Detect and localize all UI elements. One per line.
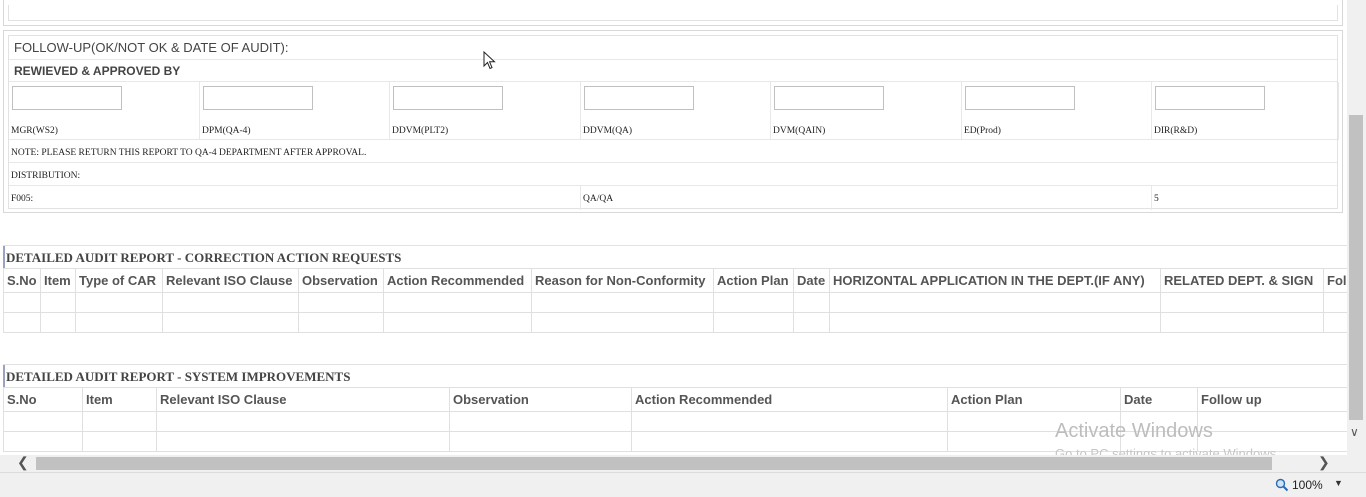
distribution-label: DISTRIBUTION: bbox=[11, 171, 81, 181]
distribution-dept: QA/QA bbox=[583, 194, 614, 204]
signature-input[interactable] bbox=[203, 86, 313, 110]
signature-mgr: MGR(WS2) bbox=[9, 82, 200, 140]
scrollbar-corner bbox=[1347, 455, 1366, 472]
chevron-down-icon[interactable]: ▼ bbox=[1334, 478, 1343, 488]
column-header: Action Recommended bbox=[383, 268, 532, 293]
activation-watermark-subtitle: Go to PC settings to activate Windows. bbox=[1055, 446, 1280, 455]
column-header: Date bbox=[1120, 387, 1198, 412]
column-header: HORIZONTAL APPLICATION IN THE DEPT.(IF A… bbox=[829, 268, 1161, 293]
signature-input[interactable] bbox=[965, 86, 1075, 110]
column-header: S.No bbox=[3, 268, 41, 293]
column-header: Action Plan bbox=[947, 387, 1121, 412]
signature-input[interactable] bbox=[584, 86, 694, 110]
scroll-down-icon[interactable]: ∨ bbox=[1350, 425, 1359, 439]
car-header-row: S.No Item Type of CAR Relevant ISO Claus… bbox=[3, 268, 1347, 293]
horizontal-scrollbar[interactable]: ❮ ❯ bbox=[0, 454, 1347, 472]
column-header: Action Recommended bbox=[631, 387, 948, 412]
approval-note: NOTE: PLEASE RETURN THIS REPORT TO QA-4 … bbox=[11, 148, 367, 158]
column-header: Follow up bbox=[1323, 268, 1347, 293]
column-header: S.No bbox=[3, 387, 83, 412]
distribution-count: 5 bbox=[1154, 194, 1159, 204]
vertical-scroll-thumb[interactable] bbox=[1349, 115, 1363, 420]
signature-ddvm-plt2: DDVM(PLT2) bbox=[390, 82, 581, 140]
signature-label: MGR(WS2) bbox=[11, 126, 58, 136]
scroll-left-icon[interactable]: ❮ bbox=[17, 454, 29, 471]
status-bar: 100% ▼ bbox=[0, 472, 1366, 497]
form-number: F005: bbox=[11, 194, 34, 204]
signature-ddvm-qa: DDVM(QA) bbox=[581, 82, 771, 140]
followup-form: FOLLOW-UP(OK/NOT OK & DATE OF AUDIT): RE… bbox=[3, 30, 1343, 213]
signature-input[interactable] bbox=[393, 86, 503, 110]
column-header: Type of CAR bbox=[75, 268, 163, 293]
scroll-right-icon[interactable]: ❯ bbox=[1318, 454, 1330, 471]
followup-title: FOLLOW-UP(OK/NOT OK & DATE OF AUDIT): bbox=[14, 40, 289, 55]
signature-input[interactable] bbox=[12, 86, 122, 110]
signature-input[interactable] bbox=[774, 86, 884, 110]
si-section-title: DETAILED AUDIT REPORT - SYSTEM IMPROVEME… bbox=[6, 369, 351, 384]
column-header: RELATED DEPT. & SIGN bbox=[1160, 268, 1324, 293]
signature-dpm: DPM(QA-4) bbox=[200, 82, 390, 140]
signature-label: DDVM(PLT2) bbox=[392, 126, 449, 136]
table-row[interactable] bbox=[3, 292, 1347, 313]
column-header: Relevant ISO Clause bbox=[156, 387, 450, 412]
signature-dir: DIR(R&D) bbox=[1152, 82, 1339, 140]
zoom-level[interactable]: 100% bbox=[1292, 478, 1323, 492]
horizontal-scroll-thumb[interactable] bbox=[36, 457, 1272, 470]
page-viewport: FOLLOW-UP(OK/NOT OK & DATE OF AUDIT): RE… bbox=[0, 0, 1347, 455]
signature-label: DVM(QAIN) bbox=[773, 126, 826, 136]
signature-label: DIR(R&D) bbox=[1154, 126, 1198, 136]
signature-label: DDVM(QA) bbox=[583, 126, 633, 136]
column-header: Date bbox=[793, 268, 830, 293]
column-header: Reason for Non-Conformity bbox=[531, 268, 714, 293]
activation-watermark-title: Activate Windows bbox=[1055, 420, 1213, 442]
column-header: Item bbox=[40, 268, 76, 293]
column-header: Item bbox=[82, 387, 157, 412]
reviewed-approved-title: REWIEVED & APPROVED BY bbox=[14, 64, 181, 78]
si-header-row: S.No Item Relevant ISO Clause Observatio… bbox=[3, 387, 1347, 412]
previous-section-frame bbox=[3, 0, 1343, 26]
car-section-title: DETAILED AUDIT REPORT - CORRECTION ACTIO… bbox=[6, 250, 402, 265]
zoom-magnifier-icon[interactable] bbox=[1275, 478, 1289, 492]
column-header: Observation bbox=[298, 268, 384, 293]
column-header: Relevant ISO Clause bbox=[162, 268, 299, 293]
column-header: Follow up bbox=[1197, 387, 1347, 412]
car-table: S.No Item Type of CAR Relevant ISO Claus… bbox=[3, 268, 1347, 333]
mouse-cursor-icon bbox=[483, 51, 496, 70]
column-header: Action Plan bbox=[713, 268, 794, 293]
signature-dvm: DVM(QAIN) bbox=[771, 82, 962, 140]
signature-ed: ED(Prod) bbox=[962, 82, 1152, 140]
signature-label: ED(Prod) bbox=[964, 126, 1001, 136]
vertical-scrollbar[interactable]: ∨ bbox=[1347, 0, 1366, 455]
signature-label: DPM(QA-4) bbox=[202, 126, 251, 136]
signature-input[interactable] bbox=[1155, 86, 1265, 110]
table-row[interactable] bbox=[3, 312, 1347, 333]
column-header: Observation bbox=[449, 387, 632, 412]
